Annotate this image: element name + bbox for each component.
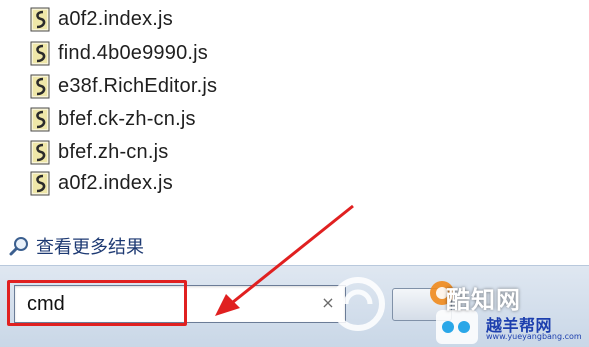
search-results-list: a0f2.index.js find.4b0e9990.js e38f.Rich… bbox=[0, 0, 589, 225]
js-file-icon bbox=[30, 41, 50, 65]
js-file-icon bbox=[30, 107, 50, 131]
list-item[interactable]: a0f2.index.js bbox=[30, 5, 173, 33]
list-item[interactable]: find.4b0e9990.js bbox=[30, 39, 208, 67]
see-more-results-link[interactable]: 查看更多结果 bbox=[8, 233, 144, 259]
file-name: bfef.ck-zh-cn.js bbox=[58, 107, 196, 130]
file-name: bfef.zh-cn.js bbox=[58, 140, 169, 163]
see-more-results-label: 查看更多结果 bbox=[36, 237, 144, 258]
list-item[interactable]: bfef.zh-cn.js bbox=[30, 138, 168, 166]
start-menu-search-screenshot: a0f2.index.js find.4b0e9990.js e38f.Rich… bbox=[0, 0, 589, 347]
search-icon bbox=[9, 237, 28, 256]
file-name: find.4b0e9990.js bbox=[58, 41, 208, 64]
js-file-icon bbox=[30, 7, 50, 31]
highlight-rectangle bbox=[7, 280, 187, 326]
file-name: e38f.RichEditor.js bbox=[58, 74, 218, 97]
list-item[interactable]: a0f2.index.js bbox=[30, 169, 173, 197]
js-file-icon bbox=[30, 74, 50, 98]
shutdown-button[interactable] bbox=[392, 288, 452, 321]
list-item[interactable]: e38f.RichEditor.js bbox=[30, 72, 217, 100]
js-file-icon bbox=[30, 171, 50, 195]
list-item[interactable]: bfef.ck-zh-cn.js bbox=[30, 105, 196, 133]
js-file-icon bbox=[30, 140, 50, 164]
file-name: a0f2.index.js bbox=[58, 7, 173, 30]
clear-search-icon[interactable]: × bbox=[319, 294, 337, 312]
file-name: a0f2.index.js bbox=[58, 171, 173, 194]
